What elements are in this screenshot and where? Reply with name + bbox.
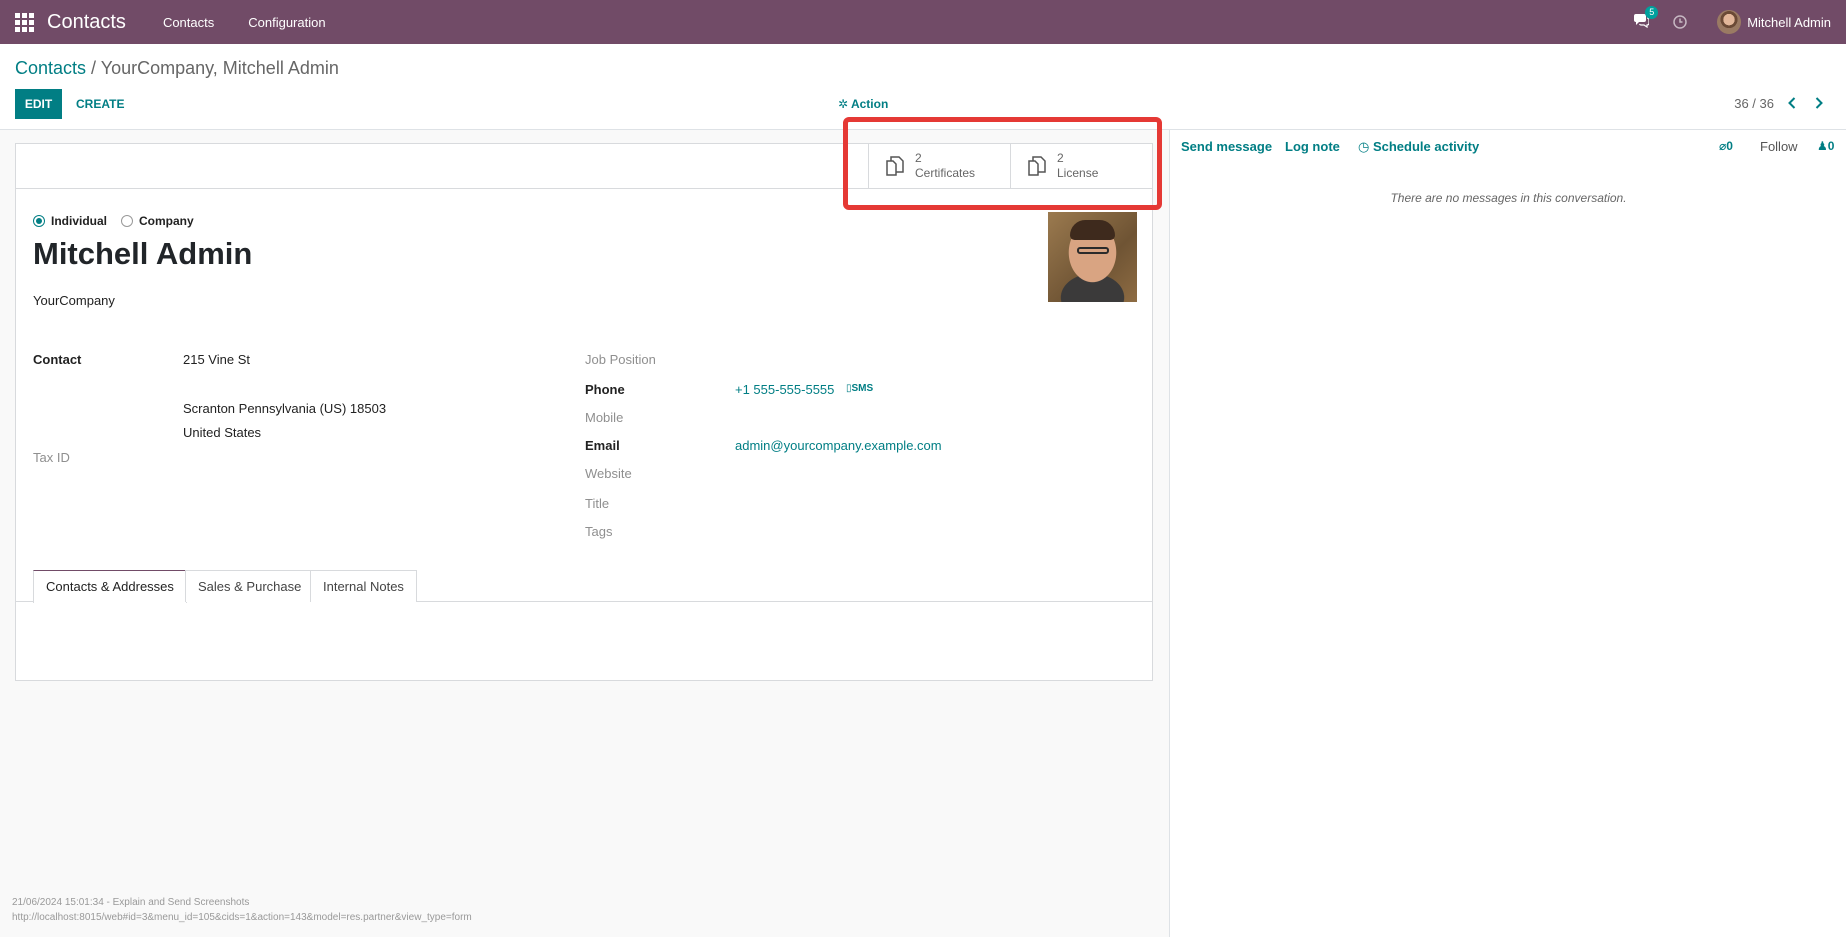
street-value: 215 Vine St (183, 352, 250, 367)
pager-previous-button[interactable] (1781, 91, 1803, 115)
title-label: Title (585, 496, 610, 511)
company-type-radio-group: Individual Company (33, 214, 208, 228)
tab-sales-purchase[interactable]: Sales & Purchase (185, 570, 315, 602)
partner-name: Mitchell Admin (33, 236, 253, 271)
documents-icon (886, 156, 904, 176)
license-label: License (1057, 166, 1099, 180)
mobile-label: Mobile (585, 410, 624, 425)
tab-contacts-addresses[interactable]: Contacts & Addresses (33, 570, 187, 603)
screenshot-url: http://localhost:8015/web#id=3&menu_id=1… (12, 912, 472, 923)
email-value[interactable]: admin@yourcompany.example.com (735, 438, 942, 453)
notebook-tabs: Contacts & Addresses Sales & Purchase In… (16, 570, 1152, 603)
send-message-button[interactable]: Send message (1181, 139, 1272, 154)
gear-icon: ✲ (838, 97, 849, 111)
menu-contacts[interactable]: Contacts (146, 15, 231, 30)
user-avatar (1717, 10, 1742, 34)
chatter-panel: Send message Log note ◷ Schedule activit… (1169, 130, 1846, 937)
schedule-activity-button[interactable]: ◷ Schedule activity (1358, 139, 1479, 155)
log-note-button[interactable]: Log note (1285, 139, 1340, 154)
certificates-smart-button[interactable]: 2 Certificates (868, 144, 1010, 188)
followers-button[interactable]: ♟0 (1817, 139, 1834, 153)
partner-photo[interactable] (1048, 212, 1137, 302)
breadcrumb-current: YourCompany, Mitchell Admin (100, 58, 339, 78)
job-position-label: Job Position (585, 352, 656, 367)
certificates-label: Certificates (915, 166, 976, 180)
parent-company-link[interactable]: YourCompany (33, 293, 115, 308)
tax-id-label: Tax ID (33, 450, 70, 465)
phone-label: Phone (585, 382, 625, 397)
radio-company-label[interactable]: Company (139, 214, 194, 228)
follow-button[interactable]: Follow (1760, 139, 1798, 154)
user-menu[interactable]: Mitchell Admin (1717, 10, 1831, 34)
attachments-button[interactable]: ⌀0 (1719, 139, 1733, 153)
city-state-zip-value: Scranton Pennsylvania (US) 18503 (183, 401, 387, 416)
breadcrumb-contacts[interactable]: Contacts (15, 58, 86, 78)
schedule-activity-label: Schedule activity (1372, 139, 1480, 154)
empty-conversation-text: There are no messages in this conversati… (1390, 191, 1627, 205)
certificates-count: 2 (915, 151, 922, 165)
messaging-icon[interactable]: 5 (1633, 6, 1659, 30)
chevron-right-icon (1815, 97, 1823, 109)
phone-value[interactable]: +1 555-555-5555 (735, 382, 834, 397)
tags-label: Tags (585, 524, 613, 539)
activity-clock-icon[interactable] (1673, 15, 1687, 29)
breadcrumb-separator: / (86, 58, 101, 78)
menu-configuration[interactable]: Configuration (231, 15, 342, 30)
contact-label: Contact (33, 352, 82, 367)
app-title[interactable]: Contacts (47, 11, 126, 34)
user-icon: ♟ (1817, 139, 1828, 153)
country-value: United States (183, 425, 262, 440)
clock-icon: ◷ (1358, 139, 1370, 154)
sms-button[interactable]: ▯SMS (846, 383, 873, 394)
app-grid-icon[interactable] (13, 11, 35, 33)
documents-icon (1028, 156, 1046, 176)
user-name: Mitchell Admin (1747, 14, 1831, 30)
pager-value[interactable]: 36 / 36 (1734, 96, 1774, 111)
sms-label: SMS (851, 383, 874, 394)
edit-button[interactable]: EDIT (15, 89, 62, 119)
form-sheet: 2 Certificates 2 License Individual Comp… (15, 143, 1153, 681)
create-button[interactable]: CREATE (76, 89, 124, 119)
email-label: Email (585, 438, 620, 453)
tab-internal-notes[interactable]: Internal Notes (310, 570, 417, 602)
attachments-count: 0 (1726, 139, 1733, 153)
website-label: Website (585, 466, 632, 481)
radio-individual-label[interactable]: Individual (51, 214, 107, 228)
top-navbar: Contacts Contacts Configuration 5 Mitche… (0, 0, 1846, 44)
license-smart-button[interactable]: 2 License (1010, 144, 1152, 188)
messaging-badge: 5 (1645, 6, 1659, 19)
chevron-left-icon (1788, 97, 1796, 109)
radio-individual[interactable] (33, 215, 45, 227)
pager-next-button[interactable] (1808, 91, 1830, 115)
followers-count: 0 (1827, 139, 1835, 153)
radio-company[interactable] (121, 215, 134, 227)
license-count: 2 (1057, 151, 1064, 165)
smart-button-box: 2 Certificates 2 License (16, 144, 1152, 189)
action-label: Action (850, 97, 889, 111)
control-panel: Contacts / YourCompany, Mitchell Admin E… (0, 44, 1846, 130)
breadcrumb: Contacts / YourCompany, Mitchell Admin (15, 58, 339, 79)
action-menu-button[interactable]: ✲ Action (838, 97, 888, 111)
screenshot-timestamp: 21/06/2024 15:01:34 - Explain and Send S… (12, 897, 250, 908)
